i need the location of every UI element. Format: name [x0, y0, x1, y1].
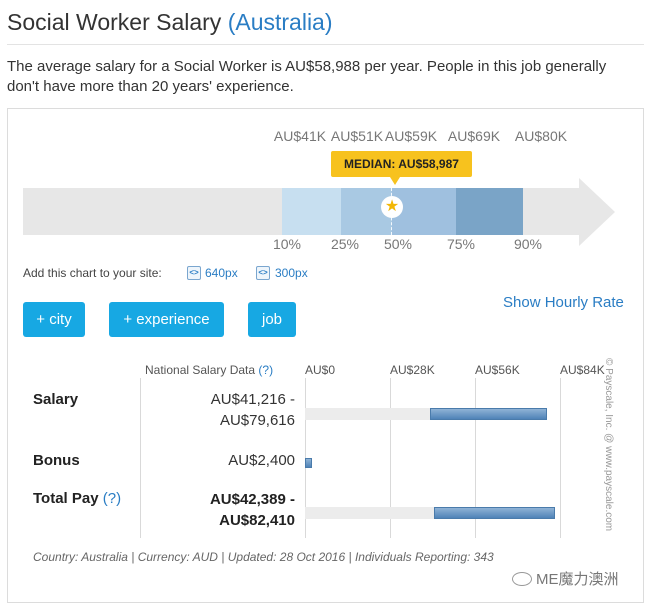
- median-badge-pointer: [390, 177, 400, 185]
- percentile-value-90: AU$80K: [514, 128, 568, 144]
- percentile-label-90: 90%: [513, 236, 543, 252]
- star-icon: ★: [381, 196, 403, 218]
- embed-code-icon[interactable]: <>: [187, 266, 201, 280]
- total-pay-label: Total Pay: [33, 490, 99, 507]
- watermark: ME魔力澳洲: [512, 568, 619, 589]
- table-column-divider: [140, 378, 141, 538]
- percentile-value-75: AU$69K: [447, 128, 501, 144]
- salary-bar-track: [305, 408, 431, 420]
- percentile-segment-75-90: [456, 188, 523, 235]
- percentile-label-25: 25%: [330, 236, 360, 252]
- total-pay-range-high: AU$82,410: [219, 512, 295, 529]
- job-button[interactable]: job: [248, 302, 296, 337]
- add-city-button[interactable]: + city: [23, 302, 85, 337]
- bonus-row-label: Bonus: [33, 452, 80, 469]
- percentile-value-10: AU$41K: [273, 128, 327, 144]
- data-source-footer: Country: Australia | Currency: AUD | Upd…: [33, 550, 494, 564]
- salary-range-high: AU$79,616: [219, 412, 295, 429]
- embed-640-link[interactable]: 640px: [205, 266, 238, 280]
- percentile-arrow-icon: [579, 178, 615, 246]
- axis-label-0: AU$0: [305, 363, 336, 377]
- add-experience-button[interactable]: + experience: [109, 302, 224, 337]
- show-hourly-rate-link[interactable]: Show Hourly Rate: [503, 294, 624, 311]
- salary-row-label: Salary: [33, 391, 79, 408]
- intro-text: The average salary for a Social Worker i…: [7, 58, 607, 95]
- percentile-label-75: 75%: [446, 236, 476, 252]
- axis-label-56k: AU$56K: [475, 363, 520, 377]
- national-salary-help-link[interactable]: (?): [258, 363, 273, 377]
- national-salary-label: National Salary Data: [145, 363, 256, 377]
- total-pay-bar-track: [305, 507, 434, 519]
- title-divider: [7, 44, 644, 45]
- percentile-label-50: 50%: [383, 236, 413, 252]
- salary-range-low: AU$41,216 -: [210, 391, 295, 408]
- total-pay-row-label: Total Pay (?): [33, 490, 121, 507]
- page-title-country[interactable]: (Australia): [228, 9, 333, 35]
- axis-label-84k: AU$84K: [560, 363, 605, 377]
- percentile-value-25: AU$51K: [330, 128, 384, 144]
- embed-label: Add this chart to your site:: [23, 266, 162, 280]
- page-title: Social Worker Salary (Australia): [7, 9, 333, 36]
- national-salary-header: National Salary Data (?): [145, 363, 273, 377]
- median-badge: MEDIAN: AU$58,987: [331, 151, 472, 177]
- salary-card: [7, 108, 644, 603]
- watermark-text: ME魔力澳洲: [536, 571, 619, 588]
- percentile-segment-10-25: [282, 188, 341, 235]
- percentile-label-10: 10%: [272, 236, 302, 252]
- wechat-icon: [512, 572, 532, 586]
- page-title-job: Social Worker Salary: [7, 9, 222, 35]
- salary-bar: [430, 408, 547, 420]
- total-pay-bar: [433, 507, 556, 519]
- embed-300-link[interactable]: 300px: [275, 266, 308, 280]
- bonus-value: AU$2,400: [228, 452, 295, 469]
- bonus-bar: [305, 458, 313, 468]
- copyright-notice: © Payscale, Inc. @ www.payscale.com: [603, 358, 614, 532]
- total-pay-range-low: AU$42,389 -: [209, 491, 295, 508]
- percentile-value-50: AU$59K: [384, 128, 438, 144]
- total-pay-help-link[interactable]: (?): [103, 490, 121, 507]
- axis-label-28k: AU$28K: [390, 363, 435, 377]
- gridline-84k: [560, 378, 561, 538]
- embed-code-icon[interactable]: <>: [256, 266, 270, 280]
